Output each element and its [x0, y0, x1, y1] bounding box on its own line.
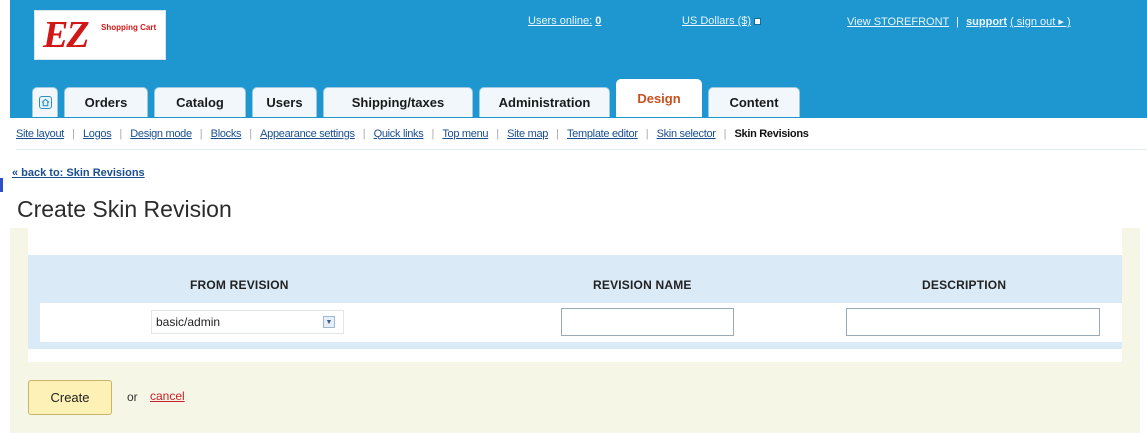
- subnav-separator: |: [362, 127, 366, 140]
- top-right-links: View STOREFRONT | support ( sign out ▸ ): [847, 15, 1071, 28]
- subnav-design-mode[interactable]: Design mode: [130, 128, 192, 140]
- link-separator: |: [956, 16, 959, 28]
- users-online-label[interactable]: Users online:: [528, 15, 592, 27]
- subnav-site-layout[interactable]: Site layout: [16, 128, 64, 140]
- back-link[interactable]: « back to: Skin Revisions: [12, 167, 145, 179]
- tab-users[interactable]: Users: [252, 87, 317, 117]
- main-tabs: Orders Catalog Users Shipping/taxes Admi…: [32, 79, 806, 117]
- left-edge-marker: [0, 178, 3, 192]
- subnav-skin-selector[interactable]: Skin selector: [657, 128, 716, 140]
- support-link[interactable]: support: [966, 16, 1007, 28]
- subnav-separator: |: [496, 127, 500, 140]
- chevron-down-icon[interactable]: ▼: [323, 316, 335, 328]
- users-online-count[interactable]: 0: [595, 15, 601, 27]
- storefront-link[interactable]: View STOREFRONT: [847, 16, 949, 28]
- currency-label[interactable]: US Dollars ($): [682, 15, 751, 27]
- subnav-top-menu[interactable]: Top menu: [442, 128, 488, 140]
- subnav-separator: |: [723, 127, 727, 140]
- subnav-separator: |: [431, 127, 435, 140]
- subnav-quick-links[interactable]: Quick links: [374, 128, 424, 140]
- subnav-separator: |: [199, 127, 203, 140]
- cancel-link[interactable]: cancel: [150, 389, 185, 403]
- subnav-separator: |: [249, 127, 253, 140]
- tab-shipping-taxes[interactable]: Shipping/taxes: [323, 87, 473, 117]
- subnav-logos[interactable]: Logos: [83, 128, 112, 140]
- subnav-skin-revisions: Skin Revisions: [734, 127, 809, 140]
- currency-dropdown-icon[interactable]: [754, 17, 762, 25]
- column-header-revision-name: REVISION NAME: [593, 278, 692, 292]
- subnav-separator: |: [119, 127, 123, 140]
- description-input[interactable]: [846, 308, 1100, 336]
- column-header-description: DESCRIPTION: [922, 278, 1007, 292]
- revision-name-input[interactable]: [561, 308, 734, 336]
- tab-catalog[interactable]: Catalog: [154, 87, 246, 117]
- subnav-separator: |: [556, 127, 559, 140]
- tab-content[interactable]: Content: [708, 87, 800, 117]
- tab-home[interactable]: [32, 87, 58, 117]
- logo-subtitle: Shopping Cart: [101, 23, 157, 32]
- page-title: Create Skin Revision: [17, 196, 232, 222]
- create-button[interactable]: Create: [28, 380, 112, 415]
- column-header-from-revision: FROM REVISION: [190, 278, 289, 292]
- subnav-appearance-settings[interactable]: Appearance settings: [260, 128, 355, 140]
- subnav-template-editor[interactable]: Template editor: [567, 128, 638, 140]
- from-revision-value: basic/admin: [156, 315, 221, 329]
- subnav-separator: |: [72, 127, 75, 140]
- design-subnav: Site layout | Logos | Design mode | Blocks |…: [16, 118, 1147, 150]
- subnav-site-map[interactable]: Site map: [507, 128, 548, 140]
- currency-selector[interactable]: US Dollars ($): [682, 15, 762, 27]
- subnav-blocks[interactable]: Blocks: [211, 128, 242, 140]
- tab-orders[interactable]: Orders: [64, 87, 148, 117]
- tab-administration[interactable]: Administration: [479, 87, 610, 117]
- logo-text: EZ: [43, 14, 90, 56]
- subnav-separator: |: [645, 127, 649, 140]
- or-text: or: [127, 390, 138, 404]
- logo[interactable]: EZ Shopping Cart: [34, 10, 166, 60]
- from-revision-select[interactable]: basic/admin ▼: [151, 310, 344, 334]
- home-icon: [38, 96, 52, 109]
- users-online[interactable]: Users online: 0: [528, 15, 601, 27]
- tab-design[interactable]: Design: [616, 79, 702, 117]
- sign-out-link[interactable]: ( sign out ▸ ): [1010, 16, 1071, 28]
